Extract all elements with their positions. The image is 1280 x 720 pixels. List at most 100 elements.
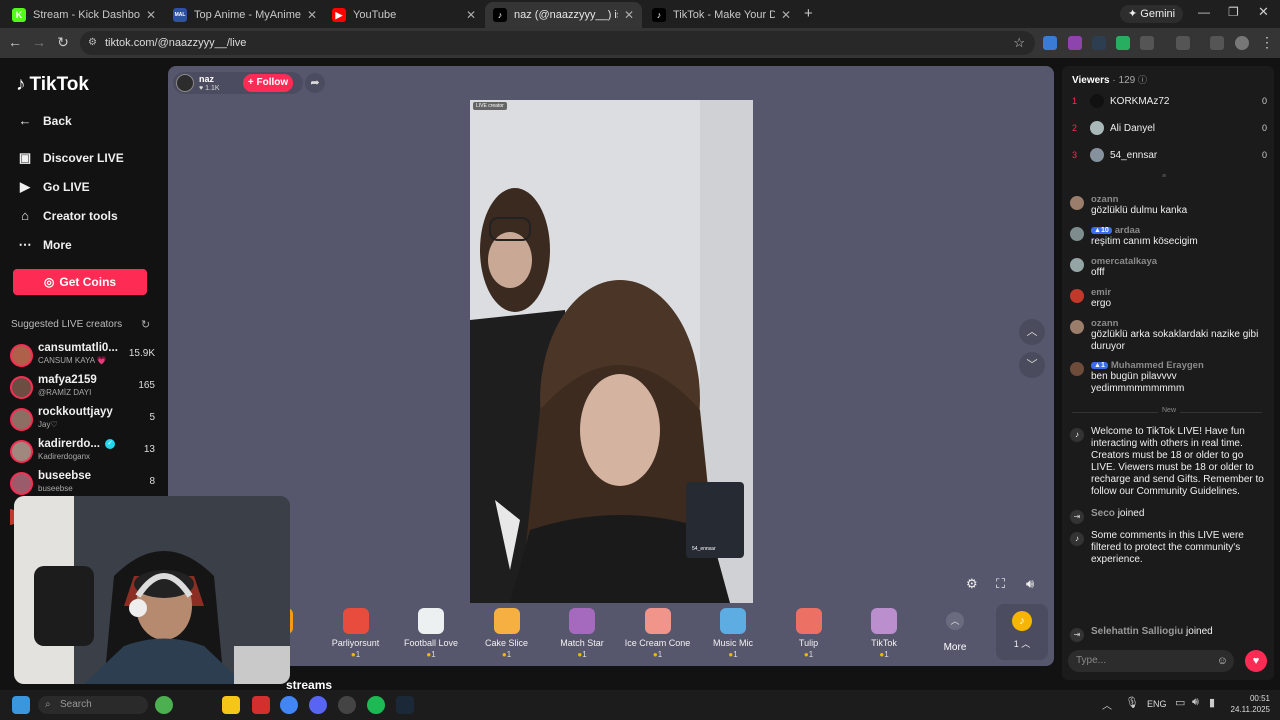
spotify-icon[interactable]: [367, 696, 385, 714]
info-icon[interactable]: ⓘ: [1138, 75, 1147, 85]
chat-comment[interactable]: emir ergo: [1070, 287, 1266, 310]
viewer-row[interactable]: 3 54_ennsar 0: [1072, 145, 1267, 165]
menu-dots-icon[interactable]: ⋮: [1258, 34, 1276, 51]
mic-icon[interactable]: 🎙︎: [1125, 696, 1139, 709]
more-link[interactable]: ⋯ More: [16, 237, 72, 253]
new-tab-button[interactable]: +: [804, 5, 813, 22]
chat-comment[interactable]: ozann gözlüklü arka sokaklardaki nazike g…: [1070, 318, 1266, 353]
back-arrow-icon[interactable]: ←: [6, 34, 24, 50]
gift-item[interactable]: Cake Slice ●1: [469, 608, 545, 659]
get-coins-button[interactable]: ◎ Get Coins: [13, 269, 147, 295]
host-name[interactable]: naz: [199, 74, 214, 84]
maximize-button[interactable]: ❐: [1228, 5, 1239, 19]
avatar: [10, 376, 33, 399]
creator-item[interactable]: mafya2159 @RAMİZ DAYI 165: [10, 374, 155, 404]
sidepanel-icon[interactable]: [1176, 36, 1190, 50]
extension-icon[interactable]: [1116, 36, 1130, 50]
chat-comment[interactable]: omercatalkaya offf: [1070, 256, 1266, 279]
creator-item[interactable]: kadirerdo... Kadirerdoganx 13 ✓: [10, 438, 155, 468]
follow-button[interactable]: + Follow: [243, 74, 293, 92]
gemini-button[interactable]: ✦ Gemini: [1120, 5, 1184, 23]
gift-item[interactable]: TikTok ●1: [846, 608, 922, 659]
app-icon[interactable]: [252, 696, 270, 714]
send-gift-button[interactable]: ♥: [1245, 650, 1267, 672]
chrome-icon[interactable]: [280, 696, 298, 714]
minimize-button[interactable]: —: [1198, 5, 1210, 19]
close-tab-icon[interactable]: ✕: [466, 8, 476, 22]
tray-chevron-icon[interactable]: ︿: [1102, 697, 1112, 712]
volume-icon[interactable]: 🔊︎: [1192, 696, 1199, 709]
extension-icon[interactable]: [1043, 36, 1057, 50]
fullscreen-button[interactable]: ⛶: [996, 576, 1005, 592]
scroll-down-button[interactable]: ﹀: [1019, 352, 1045, 378]
close-tab-icon[interactable]: ✕: [146, 8, 156, 22]
file-explorer-icon[interactable]: [222, 696, 240, 714]
refresh-icon[interactable]: ↻: [141, 318, 150, 331]
close-tab-icon[interactable]: ✕: [307, 8, 317, 22]
creator-item[interactable]: cansumtatli0... CANSUM KAYA 💗 15.9K: [10, 342, 155, 372]
forward-arrow-icon[interactable]: →: [30, 34, 48, 50]
puzzle-icon[interactable]: [1140, 36, 1154, 50]
quality-button[interactable]: ⚙: [966, 576, 978, 592]
browser-tab[interactable]: ♪TikTok - Make Your Day✕: [644, 2, 799, 28]
video-frame: [470, 100, 753, 603]
close-tab-icon[interactable]: ✕: [624, 8, 634, 22]
camera-icon: ▶: [20, 179, 30, 194]
browser-tab[interactable]: MALTop Anime - MyAnimeList.net✕: [165, 2, 325, 28]
extension-icon[interactable]: [1092, 36, 1106, 50]
profile-avatar[interactable]: [1235, 36, 1249, 50]
gift-item[interactable]: Match Star ●1: [544, 608, 620, 659]
extension-icon[interactable]: [1068, 36, 1082, 50]
tiktok-logo[interactable]: ♪ TikTok: [16, 74, 89, 96]
discover-live-link[interactable]: ▣ Discover LIVE: [16, 150, 124, 166]
gift-icon: [644, 608, 671, 634]
windows-start-icon[interactable]: [12, 696, 30, 714]
avatar[interactable]: [176, 74, 194, 92]
language-indicator[interactable]: ENG: [1147, 699, 1167, 709]
reload-icon[interactable]: ↻: [54, 34, 72, 51]
emoji-icon[interactable]: ☺: [1217, 650, 1228, 672]
chat-input[interactable]: Type... ☺: [1068, 650, 1234, 672]
obs-icon[interactable]: [338, 696, 356, 714]
viewer-row[interactable]: 2 Ali Danyel 0: [1072, 118, 1267, 138]
clock[interactable]: 00:51 24.11.2025: [1226, 693, 1270, 715]
volume-button[interactable]: 🔊︎: [1026, 576, 1034, 592]
network-icon[interactable]: ▭: [1175, 696, 1185, 709]
share-button[interactable]: ➦: [305, 73, 325, 93]
gift-item[interactable]: Tulip ●1: [771, 608, 847, 659]
gift-item[interactable]: Ice Cream Cone ●1: [620, 608, 696, 659]
battery-icon[interactable]: ▮: [1209, 696, 1215, 709]
collapse-handle[interactable]: ≡: [1162, 173, 1166, 180]
viewer-row[interactable]: 1 KORKMAz72 0: [1072, 91, 1267, 111]
browser-tab[interactable]: KStream - Kick Dashboard✕: [4, 2, 164, 28]
more-gifts-button[interactable]: ︿ More: [935, 612, 975, 653]
back-link[interactable]: ← Back: [16, 113, 72, 128]
browser-tab[interactable]: ▶ YouTube ✕: [324, 2, 484, 28]
app-icon[interactable]: [155, 696, 173, 714]
close-window-button[interactable]: ✕: [1258, 4, 1269, 20]
chat-comment[interactable]: ▲1 Muhammed Eraygen ben bugün pilavvvv yed…: [1070, 360, 1266, 395]
browser-tab[interactable]: ♪naz (@naazzyyy__) is LIVE - TikTok✕: [485, 2, 642, 28]
creator-tools-link[interactable]: ⌂ Creator tools: [16, 208, 118, 223]
coin-balance-button[interactable]: ♪ 1 ︿: [996, 604, 1048, 660]
close-tab-icon[interactable]: ✕: [781, 8, 791, 22]
gift-item[interactable]: Football Love ●1: [393, 608, 469, 659]
scroll-up-button[interactable]: ︿: [1019, 319, 1045, 345]
guest-name[interactable]: 54_ennsar: [692, 546, 716, 552]
media-icon[interactable]: [1210, 36, 1224, 50]
steam-icon[interactable]: [396, 696, 414, 714]
chat-comment[interactable]: ▲10 ardaa reşitim canım kösecigim: [1070, 225, 1266, 248]
gift-item[interactable]: Parliyorsunt ●1: [318, 608, 394, 659]
discord-icon[interactable]: [309, 696, 327, 714]
site-info-icon[interactable]: ⚙: [88, 31, 97, 55]
avatar: [1070, 289, 1084, 303]
gift-item[interactable]: Music Mic ●1: [695, 608, 771, 659]
live-video[interactable]: LIVE creator 54_ennsar: [470, 100, 753, 603]
creator-item[interactable]: rockkouttjayy Jay♡ 5: [10, 406, 155, 436]
bookmark-star-icon[interactable]: ☆: [1013, 31, 1025, 55]
avatar: [1070, 227, 1084, 241]
url-field[interactable]: ⚙ tiktok.com/@naazzyyy__/live ☆: [80, 31, 1035, 55]
search-box[interactable]: ⌕ Search: [38, 696, 148, 714]
chat-comment[interactable]: ozann gözlüklü dulmu kanka: [1070, 194, 1266, 217]
go-live-link[interactable]: ▶ Go LIVE: [16, 179, 90, 195]
